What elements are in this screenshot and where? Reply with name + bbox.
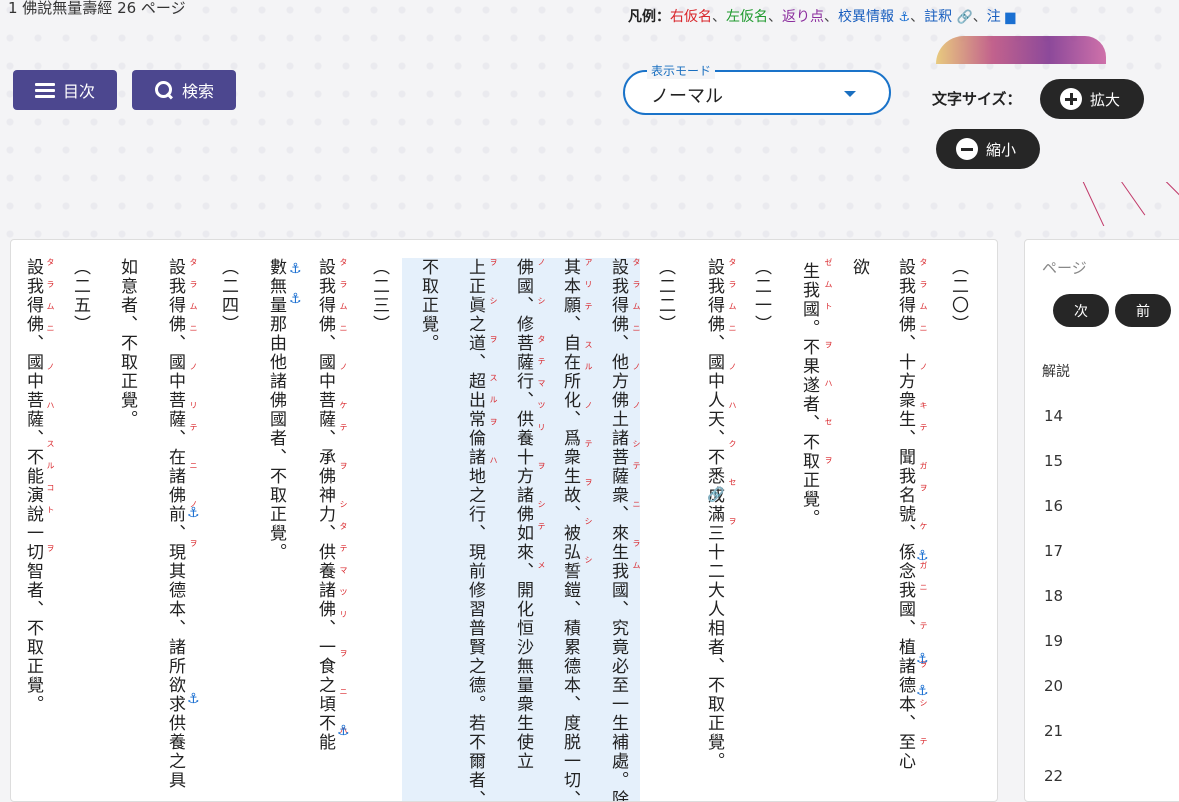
- page-list-item[interactable]: 19: [1044, 632, 1063, 677]
- text-column: 其本願、自在所化、爲衆生故、被弘誓鎧、積累德本、度脱一切、: [560, 258, 580, 802]
- anchor-icon[interactable]: ⚓: [187, 506, 200, 520]
- zoom-in-label: 拡大: [1090, 90, 1121, 109]
- minus-icon: [956, 138, 978, 160]
- ruby-column: タラムニ ノ リテ ニ ノ ヲ: [189, 258, 198, 561]
- anchor-icon[interactable]: ⚓: [289, 292, 302, 306]
- text-column: （二四）: [218, 258, 238, 334]
- text-column: （二二）: [655, 258, 675, 334]
- text-column: 上正眞之道、超出常倫諸地之行、現前修習普賢之德。若不爾者、: [465, 258, 485, 802]
- ruby-column: タラムニ ノ ハ ク セ ヲ: [728, 258, 737, 539]
- page-list-item[interactable]: 16: [1044, 497, 1063, 542]
- display-mode-select[interactable]: 表示モード ノーマル: [623, 62, 891, 115]
- search-icon: [154, 80, 174, 100]
- page-side-panel: ページ 次 前 解説 14 15 16 17 18 19 20 21 22: [1024, 239, 1179, 802]
- page-list-item[interactable]: 18: [1044, 587, 1063, 632]
- document-icon: ▆: [1005, 10, 1016, 25]
- commentary-heading: 解説: [1042, 364, 1070, 380]
- text-column: 佛國、修菩薩行、供養十方諸佛如來、開化恒沙無量衆生使立: [513, 258, 533, 771]
- legend: 凡例：右仮名、左仮名、返り点、校異情報 ⚓、註釈 🔗、注 ▆: [628, 9, 1016, 25]
- search-button[interactable]: 検索: [132, 70, 236, 110]
- zoom-out-button[interactable]: 縮小: [936, 129, 1040, 169]
- anchor-icon[interactable]: ⚓: [187, 692, 200, 706]
- page-list: 14 15 16 17 18 19 20 21 22: [1044, 407, 1063, 802]
- page-list-item[interactable]: 17: [1044, 542, 1063, 587]
- text-column: 生我國。不果遂者、不取正覺。: [799, 262, 819, 528]
- text-column: 如意者、不取正覺。: [117, 258, 137, 429]
- side-panel-title: ページ: [1042, 259, 1087, 277]
- anchor-icon[interactable]: ⚓: [916, 549, 929, 563]
- page-list-item[interactable]: 21: [1044, 722, 1063, 767]
- ruby-column: アリテ スル ノ テ ヲ シ シ: [584, 258, 593, 578]
- hamburger-icon: [34, 82, 55, 98]
- display-mode-label: 表示モード: [647, 62, 716, 79]
- legend-left-kana: 左仮名: [726, 9, 768, 25]
- legend-kouchou: 校異情報: [838, 9, 894, 25]
- anchor-icon[interactable]: ⚓: [289, 262, 302, 276]
- ruby-column: ゼムト ヲ ハ セ ヲ: [824, 258, 833, 479]
- font-size-label: 文字サイズ：: [932, 90, 1022, 108]
- search-label: 検索: [181, 82, 214, 101]
- legend-label: 凡例：: [628, 9, 670, 25]
- chevron-down-icon: [844, 91, 856, 97]
- legend-chushaku: 註釈: [924, 9, 953, 25]
- font-size-panel: 文字サイズ： 拡大 縮小: [922, 70, 1179, 182]
- page-title: 1 佛說無量壽經 26 ページ: [8, 0, 186, 17]
- text-column: 設我得佛、國中菩薩、不能演說一切智者、不取正覺。: [23, 258, 43, 714]
- ruby-column: タラムニ ノ ケテ ヲ シタテマツリ ヲ ニ ハ: [339, 258, 348, 748]
- text-column: 設我得佛、國中菩薩、承佛神力、供養諸佛、一食之頃不能: [315, 258, 335, 752]
- text-column: （二一）: [751, 258, 771, 334]
- text-column: 設我得佛、國中人天、不悉成滿三十二大人相者、不取正覺。: [704, 258, 724, 771]
- ruby-column: タラムニ ノ ノ シテ ニ ラム: [632, 258, 641, 583]
- display-mode-value: ノーマル: [651, 86, 723, 107]
- text-column: 欲: [849, 258, 869, 277]
- link-icon[interactable]: 🔗: [707, 488, 724, 502]
- plus-icon: [1060, 88, 1082, 110]
- legend-chu: 注: [986, 9, 1001, 25]
- page-list-item[interactable]: 14: [1044, 407, 1063, 452]
- anchor-icon[interactable]: ⚓: [916, 652, 929, 666]
- toc-button[interactable]: 目次: [13, 70, 117, 110]
- text-column: 不取正覺。: [418, 258, 438, 353]
- toc-label: 目次: [62, 82, 95, 101]
- ruby-column: タラムニ ノ キテ ガヲ ケ ガニ テ ヲ シ テ: [919, 258, 928, 759]
- text-column: （二〇）: [948, 258, 968, 334]
- zoom-in-button[interactable]: 拡大: [1040, 79, 1144, 119]
- legend-kaeriten: 返り点: [782, 9, 824, 25]
- page-list-item[interactable]: 20: [1044, 677, 1063, 722]
- decorative-wing: [936, 36, 1106, 64]
- anchor-icon[interactable]: ⚓: [337, 724, 350, 738]
- page-list-item[interactable]: 15: [1044, 452, 1063, 497]
- text-column: 設我得佛、他方佛土諸菩薩衆、來生我國、究竟必至一生補處。除: [608, 258, 628, 802]
- next-page-button[interactable]: 次: [1053, 294, 1109, 327]
- sutra-text-panel: （二〇） 設我得佛、十方衆生、聞我名號、係念我國、植諸德本、至心 タラムニ ノ …: [10, 239, 998, 802]
- ruby-column: ノ シ タテマツリ ヲ シテ メ: [537, 258, 546, 583]
- zoom-out-label: 縮小: [986, 140, 1017, 159]
- text-column: 設我得佛、十方衆生、聞我名號、係念我國、植諸德本、至心: [895, 258, 915, 771]
- link-icon: 🔗: [956, 10, 973, 25]
- text-column: 數無量那由他諸佛國者、不取正覺。: [266, 258, 286, 562]
- text-column: （二三）: [369, 258, 389, 334]
- legend-right-kana: 右仮名: [670, 9, 712, 25]
- ruby-column: タラムニ ノ ハ スルコト ヲ: [46, 258, 55, 567]
- prev-page-button[interactable]: 前: [1115, 294, 1171, 327]
- anchor-icon: ⚓: [898, 10, 911, 25]
- page-list-item[interactable]: 22: [1044, 767, 1063, 802]
- text-column: （二五）: [70, 258, 90, 334]
- decorative-line: [1080, 175, 1107, 226]
- anchor-icon[interactable]: ⚓: [916, 684, 929, 698]
- ruby-column: ヲ シ ヲ スルヲ ハ: [489, 258, 498, 479]
- text-column: 設我得佛、國中菩薩、在諸佛前、現其德本、諸所欲求供養之具: [165, 258, 185, 790]
